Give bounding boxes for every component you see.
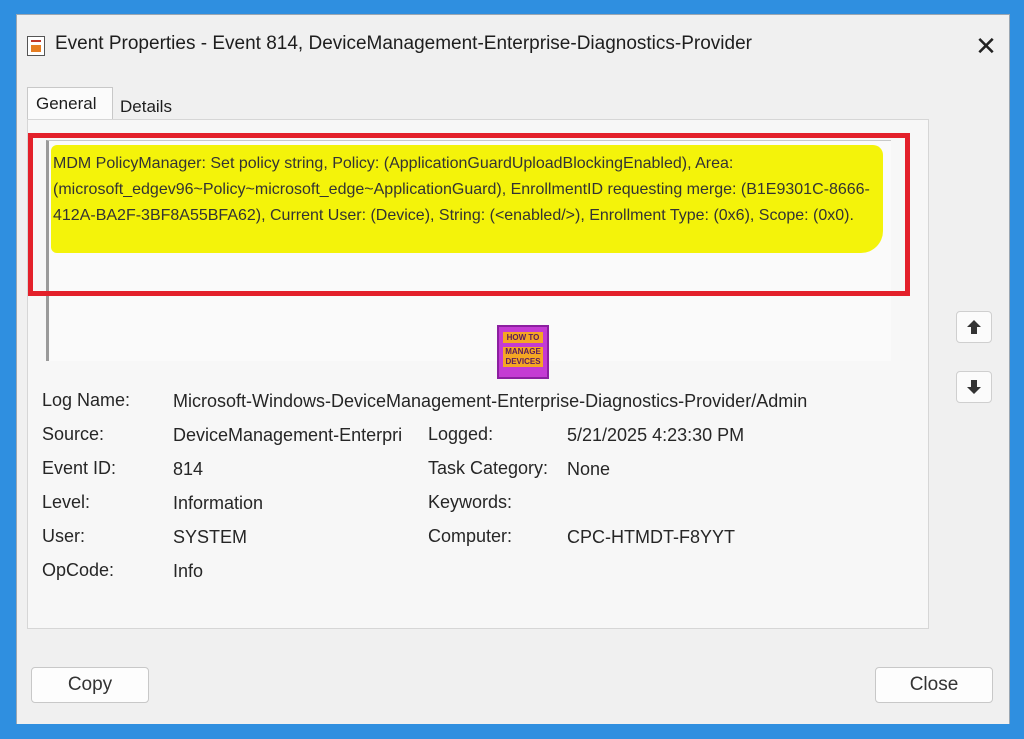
background-bottom xyxy=(0,724,1024,739)
next-event-button[interactable] xyxy=(956,371,992,403)
opcode-value: Info xyxy=(173,561,204,581)
log-name-label: Log Name: xyxy=(42,390,131,410)
user-value: SYSTEM xyxy=(173,527,248,547)
close-button[interactable]: Close xyxy=(875,667,993,703)
copy-button[interactable]: Copy xyxy=(31,667,149,703)
source-label: Source: xyxy=(42,424,105,444)
source-value: DeviceManagement-Enterpri xyxy=(173,425,403,445)
computer-value: CPC-HTMDT-F8YYT xyxy=(567,527,735,547)
level-label: Level: xyxy=(42,492,91,512)
logged-label: Logged: xyxy=(428,424,494,444)
window-title: Event Properties - Event 814, DeviceMana… xyxy=(55,33,752,54)
opcode-label: OpCode: xyxy=(42,560,115,580)
level-value: Information xyxy=(173,493,264,513)
background-top xyxy=(0,0,1024,14)
arrow-down-icon xyxy=(967,380,981,394)
htmd-logo: HOW TO MANAGE DEVICES xyxy=(497,325,549,379)
event-viewer-icon xyxy=(27,36,45,56)
logged-value: 5/21/2025 4:23:30 PM xyxy=(567,425,745,445)
log-name-value: Microsoft-Windows-DeviceManagement-Enter… xyxy=(173,391,808,411)
keywords-label: Keywords: xyxy=(428,492,513,512)
user-label: User: xyxy=(42,526,86,546)
task-category-value: None xyxy=(567,459,611,479)
arrow-up-icon xyxy=(967,320,981,334)
annotation-box xyxy=(28,133,910,296)
close-icon[interactable]: ✕ xyxy=(971,31,1001,61)
title-bar: Event Properties - Event 814, DeviceMana… xyxy=(17,15,1009,75)
event-id-value: 814 xyxy=(173,459,204,479)
task-category-label: Task Category: xyxy=(428,458,549,478)
event-id-label: Event ID: xyxy=(42,458,117,478)
previous-event-button[interactable] xyxy=(956,311,992,343)
tab-general[interactable]: General xyxy=(27,87,113,119)
computer-label: Computer: xyxy=(428,526,513,546)
